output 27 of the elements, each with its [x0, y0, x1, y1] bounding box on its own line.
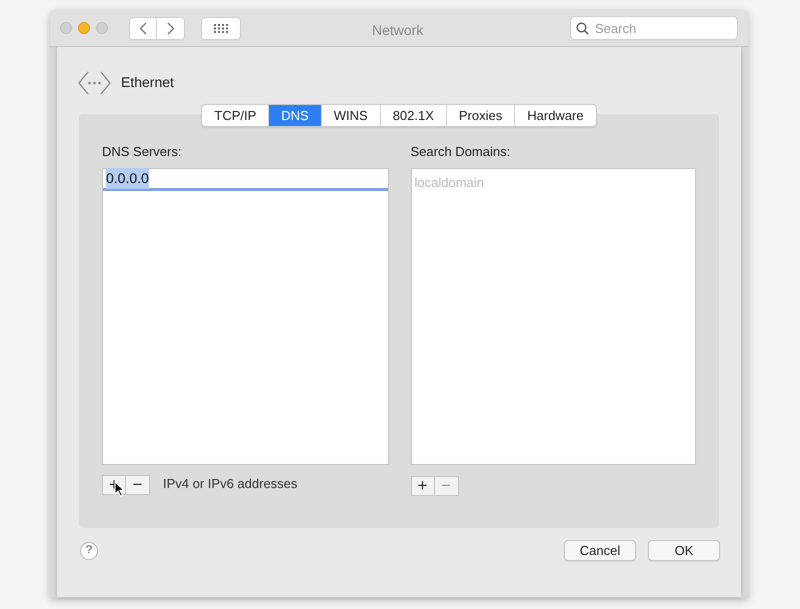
tab[interactable]: Proxies: [446, 105, 514, 126]
tab[interactable]: DNS: [268, 105, 321, 126]
show-all-button[interactable]: [201, 16, 241, 40]
dns-server-list[interactable]: 0.0.0.0: [102, 168, 388, 465]
tab[interactable]: 802.1X: [380, 105, 446, 126]
server-entry[interactable]: 0.0.0.0: [103, 169, 388, 191]
tab[interactable]: WINS: [320, 105, 380, 126]
interface-name: Ethernet: [121, 73, 174, 92]
ok-button[interactable]: OK: [648, 540, 720, 561]
tab[interactable]: Hardware: [514, 105, 596, 126]
list-label: Search Domains:: [410, 144, 512, 160]
back-button[interactable]: [129, 16, 157, 40]
list-label: DNS Servers:: [102, 144, 182, 160]
chevron-left-icon: [139, 22, 147, 34]
network-icon: [78, 70, 111, 94]
add-button[interactable]: +: [410, 476, 434, 496]
search-field[interactable]: Search: [570, 16, 738, 40]
grid-icon: [214, 24, 228, 32]
chevron-right-icon: [166, 22, 174, 34]
window-title: Network: [372, 21, 424, 40]
cancel-button[interactable]: Cancel: [564, 540, 636, 561]
placeholder-text: localdomain: [414, 175, 484, 190]
remove-button[interactable]: −: [126, 475, 150, 495]
help-button[interactable]: ?: [80, 542, 98, 560]
forward-button[interactable]: [157, 16, 185, 40]
hint-text: IPv4 or IPv6 addresses: [163, 474, 298, 493]
tab[interactable]: TCP/IP: [202, 105, 268, 126]
